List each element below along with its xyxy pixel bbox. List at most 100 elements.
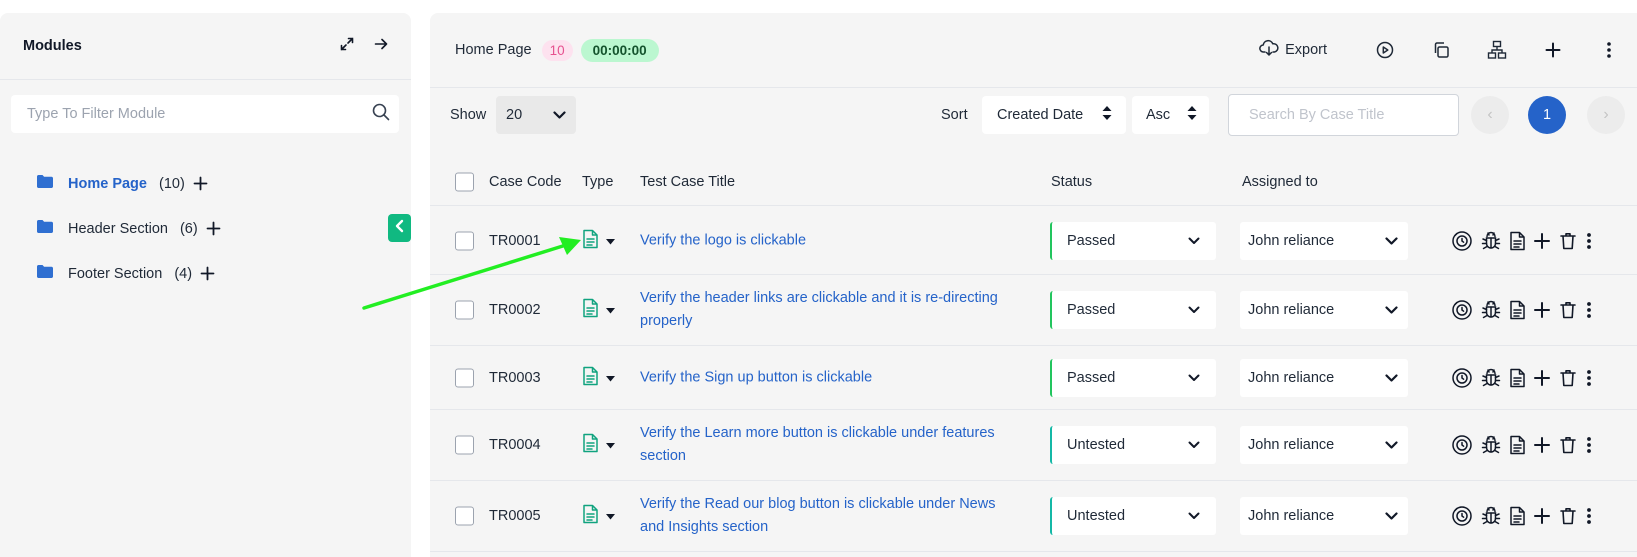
table-row: TR0004 Verify the Learn more button is c… <box>430 410 1637 481</box>
timer-icon[interactable] <box>1451 230 1473 252</box>
table-row: TR0005 Verify the Read our blog button i… <box>430 481 1637 552</box>
bug-icon[interactable] <box>1479 229 1503 253</box>
status-select[interactable]: Untested <box>1050 426 1216 464</box>
trash-icon[interactable] <box>1558 368 1578 388</box>
status-value: Passed <box>1067 369 1116 386</box>
hierarchy-icon[interactable] <box>1469 40 1525 60</box>
prev-page-button[interactable]: ‹ <box>1471 96 1509 134</box>
document-icon[interactable] <box>1509 435 1526 455</box>
column-case-code: Case Code <box>489 174 562 190</box>
caret-down-icon <box>606 302 615 318</box>
status-select[interactable]: Untested <box>1050 497 1216 535</box>
table-header: Case Code Type Test Case Title Status As… <box>430 159 1637 206</box>
plus-icon[interactable] <box>200 266 215 281</box>
plus-icon[interactable] <box>1532 368 1552 388</box>
status-value: Passed <box>1067 302 1116 318</box>
row-checkbox[interactable] <box>455 506 474 526</box>
bug-icon[interactable] <box>1479 504 1503 528</box>
status-select[interactable]: Passed <box>1050 291 1216 329</box>
timer-icon[interactable] <box>1451 299 1473 321</box>
collapse-sidebar-button[interactable] <box>388 214 411 242</box>
assignee-select[interactable]: John reliance <box>1240 221 1408 260</box>
module-count: (6) <box>179 220 198 237</box>
trash-icon[interactable] <box>1558 506 1578 526</box>
row-checkbox[interactable] <box>455 231 474 250</box>
trash-icon[interactable] <box>1558 435 1578 455</box>
plus-icon[interactable] <box>1532 231 1552 251</box>
document-icon <box>582 298 599 322</box>
document-icon[interactable] <box>1509 506 1526 526</box>
bug-icon[interactable] <box>1479 298 1503 322</box>
case-search-input[interactable] <box>1249 107 1438 123</box>
timer-icon[interactable] <box>1451 367 1473 389</box>
folder-icon <box>37 265 53 282</box>
test-case-title-link[interactable]: Verify the Learn more button is clickabl… <box>640 422 1010 468</box>
document-icon[interactable] <box>1509 368 1526 388</box>
timer-icon[interactable] <box>1451 505 1473 527</box>
type-dropdown[interactable] <box>582 229 615 253</box>
bug-icon[interactable] <box>1479 366 1503 390</box>
type-dropdown[interactable] <box>582 433 615 457</box>
row-checkbox[interactable] <box>455 300 474 320</box>
status-select[interactable]: Passed <box>1050 358 1216 397</box>
case-code: TR0005 <box>489 508 541 524</box>
plus-icon[interactable] <box>1532 435 1552 455</box>
document-icon[interactable] <box>1509 231 1526 251</box>
more-vertical-icon[interactable] <box>1584 436 1594 454</box>
more-vertical-icon[interactable] <box>1584 507 1594 525</box>
sort-order-select[interactable]: Asc <box>1132 96 1209 134</box>
row-checkbox[interactable] <box>455 368 474 387</box>
case-code: TR0004 <box>489 437 541 453</box>
module-filter-input[interactable] <box>27 106 372 122</box>
test-case-title-link[interactable]: Verify the Read our blog button is click… <box>640 493 1010 539</box>
test-case-title-link[interactable]: Verify the header links are clickable an… <box>640 287 1010 333</box>
play-circle-icon[interactable] <box>1357 41 1413 59</box>
plus-icon[interactable] <box>1532 506 1552 526</box>
trash-icon[interactable] <box>1558 231 1578 251</box>
plus-icon[interactable] <box>1532 300 1552 320</box>
assignee-select[interactable]: John reliance <box>1240 497 1408 535</box>
more-vertical-icon[interactable] <box>1584 301 1594 319</box>
type-dropdown[interactable] <box>582 298 615 322</box>
module-item-home-page[interactable]: Home Page (10) <box>37 161 221 206</box>
current-page-button[interactable]: 1 <box>1528 96 1566 134</box>
timer-icon[interactable] <box>1451 434 1473 456</box>
test-case-title-link[interactable]: Verify the logo is clickable <box>640 229 1010 252</box>
sidebar-title: Modules <box>23 38 82 54</box>
next-page-button[interactable]: › <box>1587 96 1625 134</box>
sort-field-select[interactable]: Created Date <box>982 96 1126 134</box>
type-dropdown[interactable] <box>582 366 615 390</box>
assignee-value: John reliance <box>1248 302 1335 318</box>
test-case-title-link[interactable]: Verify the Sign up button is clickable <box>640 366 1010 389</box>
case-code: TR0003 <box>489 369 541 386</box>
assignee-select[interactable]: John reliance <box>1240 358 1408 397</box>
document-icon <box>582 229 599 253</box>
assignee-select[interactable]: John reliance <box>1240 426 1408 464</box>
row-actions <box>1451 229 1594 253</box>
page-size-select[interactable]: 20 <box>496 96 576 134</box>
select-all-checkbox[interactable] <box>455 172 474 192</box>
expand-icon[interactable] <box>339 36 355 57</box>
type-dropdown[interactable] <box>582 504 615 528</box>
arrow-right-icon[interactable] <box>373 36 389 57</box>
plus-icon[interactable] <box>193 176 208 191</box>
more-vertical-icon[interactable] <box>1584 232 1594 250</box>
module-filter-field[interactable] <box>11 95 399 133</box>
search-icon[interactable] <box>372 103 390 126</box>
more-vertical-icon[interactable] <box>1584 369 1594 387</box>
assignee-select[interactable]: John reliance <box>1240 291 1408 329</box>
case-search-field[interactable] <box>1228 94 1459 136</box>
bug-icon[interactable] <box>1479 433 1503 457</box>
module-item-footer-section[interactable]: Footer Section (4) <box>37 251 221 296</box>
copy-icon[interactable] <box>1413 41 1469 59</box>
more-vertical-icon[interactable] <box>1581 42 1637 58</box>
plus-icon[interactable] <box>206 221 221 236</box>
chevron-down-icon <box>1385 233 1398 249</box>
module-item-header-section[interactable]: Header Section (6) <box>37 206 221 251</box>
row-checkbox[interactable] <box>455 435 474 455</box>
export-button[interactable]: Export <box>1259 39 1327 61</box>
document-icon[interactable] <box>1509 300 1526 320</box>
trash-icon[interactable] <box>1558 300 1578 320</box>
add-icon[interactable] <box>1525 42 1581 58</box>
status-select[interactable]: Passed <box>1050 221 1216 260</box>
